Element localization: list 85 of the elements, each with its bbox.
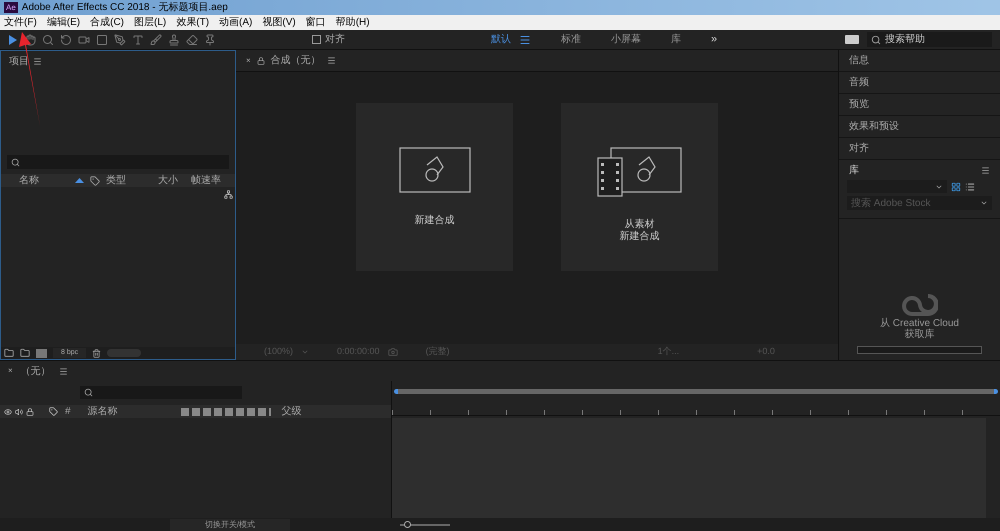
menu-icon[interactable] [58, 366, 68, 376]
label-icon[interactable] [90, 176, 100, 186]
rectangle-tool-icon[interactable] [96, 34, 108, 46]
pin-tool-icon[interactable] [204, 34, 216, 46]
toggle-switches-button[interactable]: 切换开关/模式 [170, 518, 290, 530]
card-label: 从素材 [624, 219, 654, 230]
sort-icon[interactable] [75, 178, 84, 183]
column-heading[interactable]: # [65, 404, 71, 419]
search-icon [11, 158, 20, 166]
composition-card[interactable]: 新建合成 [356, 103, 513, 271]
menu-item[interactable]: 合成(C) [90, 15, 124, 30]
menu-item[interactable]: 文件(F) [4, 15, 37, 30]
panel-tab[interactable]: 对齐 [839, 138, 1000, 160]
search-icon [871, 34, 881, 44]
help-search-field[interactable]: 搜索帮助 [867, 32, 992, 47]
menu-icon[interactable] [981, 166, 990, 174]
workspace-tab[interactable]: 默认 [491, 32, 511, 47]
search-icon [84, 388, 93, 397]
card-label: 新建合成 [620, 231, 660, 243]
search-placeholder: 搜索帮助 [885, 32, 925, 47]
app-logo: Ae [4, 2, 18, 13]
camera-tool-icon[interactable] [78, 34, 90, 46]
composition-card[interactable]: 从素材 新建合成 [561, 103, 718, 271]
column-heading[interactable]: 源名称 [88, 404, 178, 419]
menu-icon[interactable] [326, 56, 336, 65]
menu-icon[interactable] [519, 34, 531, 46]
close-button[interactable]: × [8, 365, 13, 377]
menu-item[interactable]: 窗口 [306, 15, 326, 30]
panel-title[interactable]: 项目 [9, 54, 29, 69]
panel-tab[interactable]: 效果和预设 [839, 116, 1000, 138]
workspace-tab[interactable]: 小屏幕 [611, 32, 641, 47]
column-heading[interactable]: 类型 [106, 173, 158, 188]
brush-tool-icon[interactable] [150, 34, 162, 46]
menu-item[interactable]: 视图(V) [262, 15, 296, 30]
folder-icon[interactable] [20, 348, 30, 358]
panel-tab[interactable]: 预览 [839, 94, 1000, 116]
cloud-message: 从 Creative Cloud [880, 318, 959, 329]
caret-icon[interactable] [980, 199, 988, 207]
list-view-icon[interactable] [965, 182, 975, 192]
cloud-icon [902, 292, 938, 318]
zoom-slider[interactable] [400, 520, 450, 528]
menu-icon[interactable] [33, 57, 42, 66]
column-heading[interactable]: 大小 [158, 173, 191, 188]
composition-icon [398, 147, 470, 193]
menu-item[interactable]: 编辑(E) [46, 15, 80, 30]
pen-tool-icon[interactable] [114, 34, 126, 46]
search-field[interactable] [7, 155, 229, 169]
eye-icon[interactable] [4, 408, 12, 416]
column-heading[interactable]: 名称 [19, 173, 75, 188]
panel-title[interactable]: 库 [849, 162, 859, 178]
menu-item[interactable]: 帮助(H) [336, 15, 370, 30]
card-label: 新建合成 [414, 215, 454, 227]
workspace-tab[interactable]: 标准 [561, 32, 581, 47]
timeline-tab[interactable]: （无） [20, 364, 51, 378]
rotate-tool-icon[interactable] [60, 34, 72, 46]
window-title: Adobe After Effects CC 2018 - 无标题项目.aep [22, 0, 228, 15]
menu-item[interactable]: 图层(L) [134, 15, 166, 30]
search-field[interactable] [80, 386, 242, 399]
zoom-tool-icon[interactable] [42, 34, 54, 46]
panel-tab[interactable]: 信息 [839, 50, 1000, 72]
lock-icon[interactable] [256, 56, 265, 64]
lock-icon[interactable] [26, 408, 34, 416]
close-button[interactable]: × [246, 54, 251, 66]
trash-icon[interactable] [92, 348, 102, 358]
audio-icon[interactable] [15, 408, 23, 416]
menu-item[interactable]: 效果(T) [176, 15, 210, 30]
label-icon[interactable] [49, 407, 58, 416]
cloud-message: 获取库 [904, 329, 934, 340]
eraser-tool-icon[interactable] [186, 34, 198, 46]
menu-item[interactable]: 动画(A) [219, 15, 252, 30]
column-heading[interactable]: 帧速率 [191, 173, 221, 188]
snap-label: 对齐 [325, 32, 345, 47]
workspace-tab[interactable]: 库 [671, 32, 681, 47]
snap-checkbox[interactable] [312, 35, 321, 44]
overflow-button[interactable]: » [711, 31, 718, 48]
footage-composition-icon [596, 147, 682, 197]
text-tool-icon[interactable] [132, 34, 144, 46]
search-placeholder: 搜索 Adobe Stock [851, 196, 930, 210]
grid-view-icon[interactable] [951, 182, 961, 192]
panel-tab[interactable]: 音频 [839, 72, 1000, 94]
flowchart-icon[interactable] [224, 190, 233, 199]
composition-tab[interactable]: 合成（无） [270, 53, 321, 68]
slider-thumb[interactable] [404, 521, 412, 528]
stamp-tool-icon[interactable] [168, 34, 180, 46]
column-heading[interactable]: 父级 [282, 404, 302, 419]
